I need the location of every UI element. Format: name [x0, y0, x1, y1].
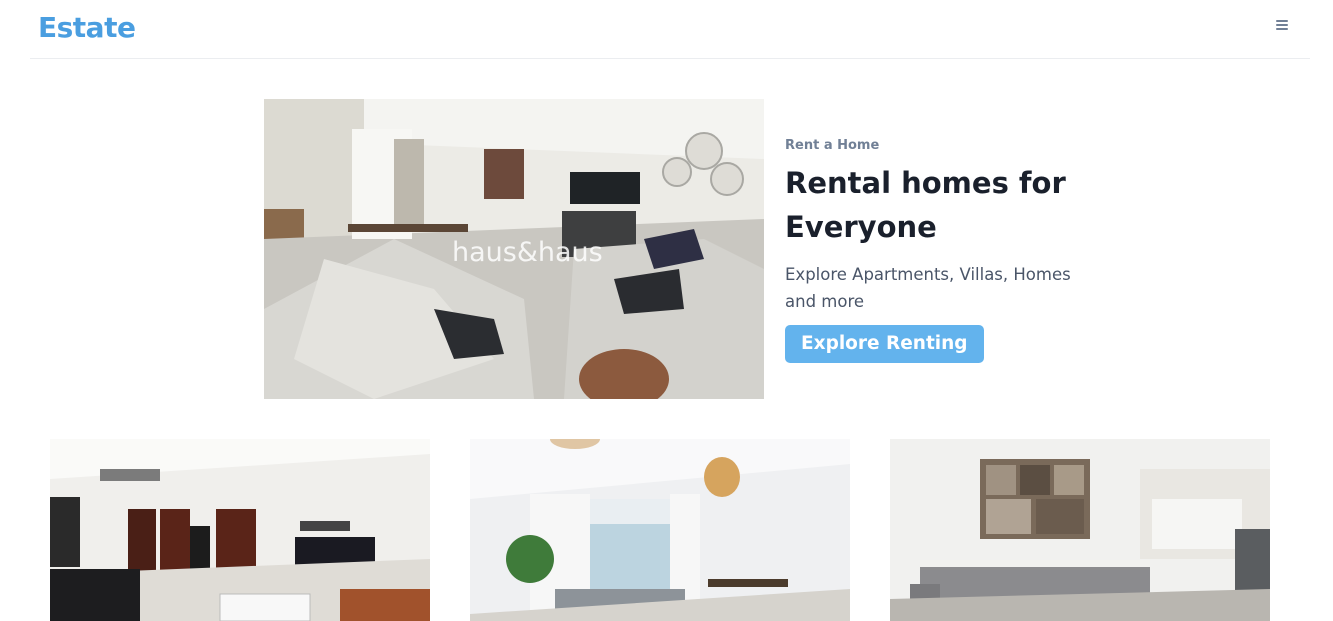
explore-renting-button[interactable]: Explore Renting — [785, 325, 984, 363]
hero-text: Rent a Home Rental homes for Everyone Ex… — [785, 138, 1085, 363]
listing-card-bedroom[interactable] — [50, 439, 430, 621]
navbar: Estate — [30, 0, 1310, 59]
listing-image — [890, 439, 1270, 621]
watermark-text: haus&haus — [452, 237, 603, 268]
listing-card-living-kitchen[interactable] — [890, 439, 1270, 621]
listing-image — [470, 439, 850, 621]
hero-image: haus&haus — [264, 99, 764, 399]
listing-card-living-dining[interactable] — [470, 439, 850, 621]
listing-image — [50, 439, 430, 621]
hamburger-menu-icon[interactable] — [1276, 19, 1288, 31]
brand-logo[interactable]: Estate — [38, 11, 136, 44]
hero-description: Explore Apartments, Villas, Homes and mo… — [785, 265, 1071, 311]
hero-title: Rental homes for Everyone — [785, 166, 1066, 244]
hero-eyebrow: Rent a Home — [785, 138, 880, 153]
